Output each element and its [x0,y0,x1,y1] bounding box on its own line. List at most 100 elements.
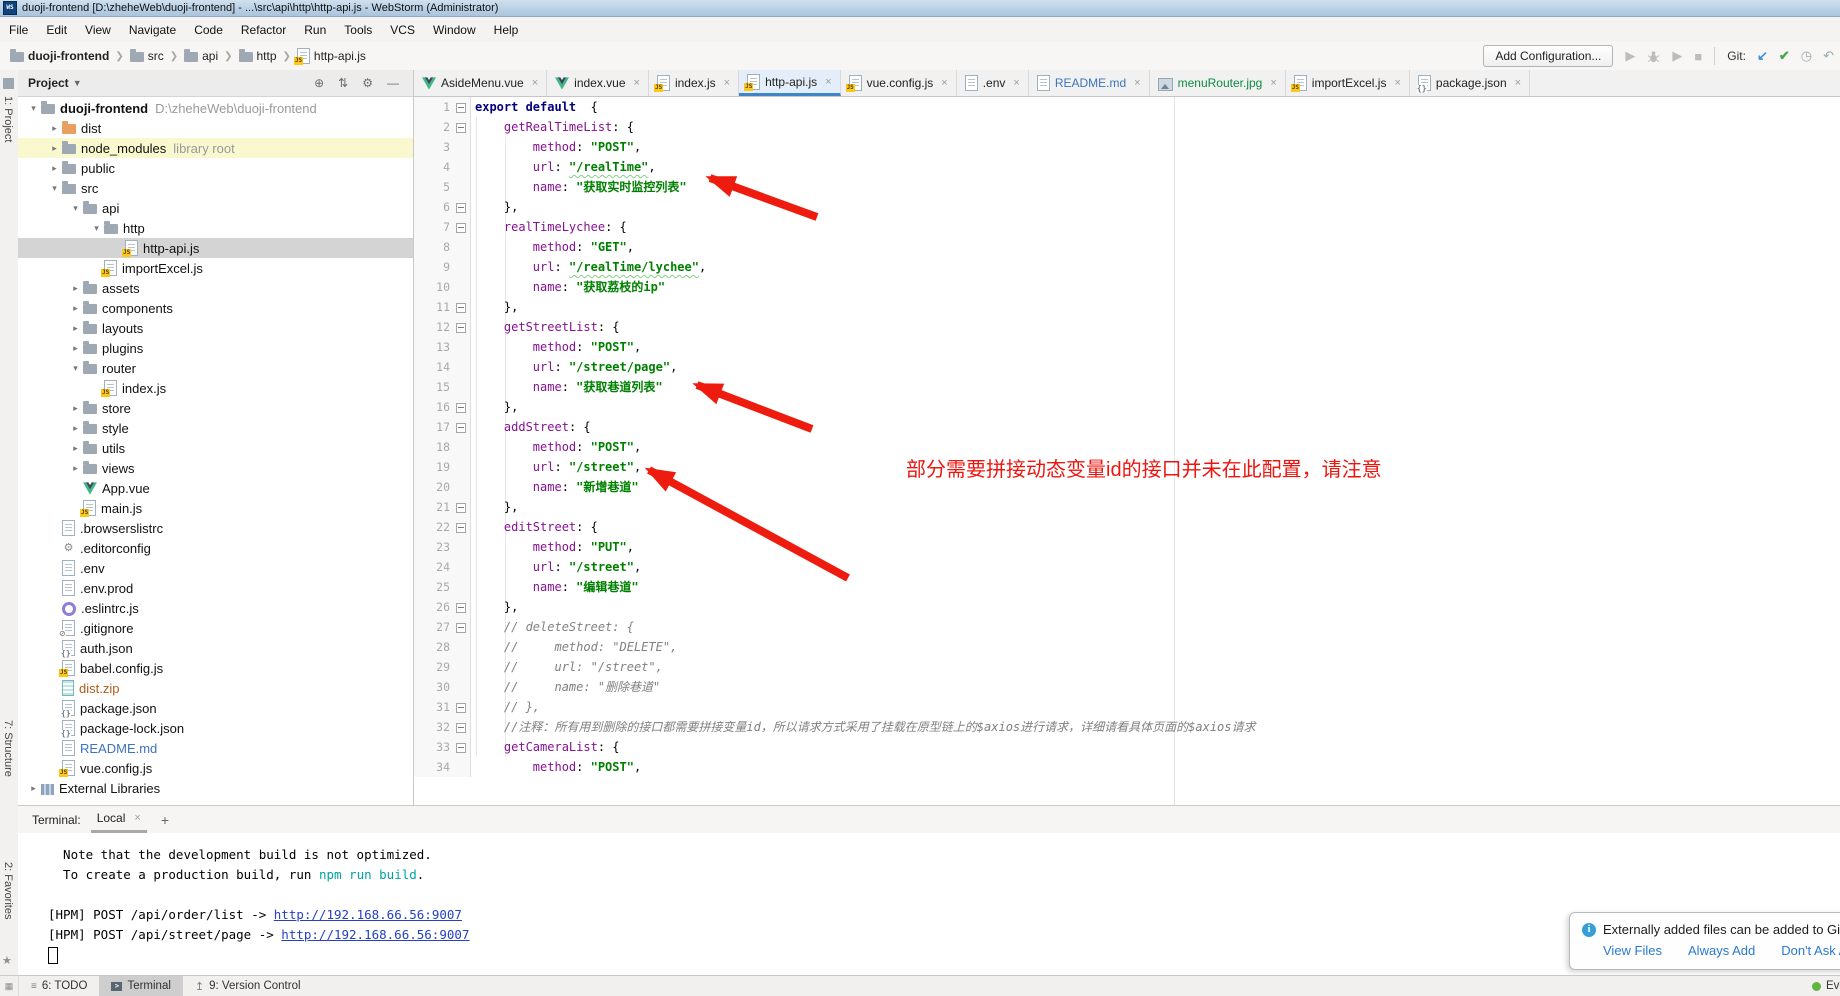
tree-item-dist.zip[interactable]: dist.zip [18,678,413,698]
terminal-cursor[interactable] [48,947,58,964]
close-icon[interactable]: × [1270,77,1276,89]
favorites-star-icon[interactable]: ★ [2,954,12,967]
tree-item-auth.json[interactable]: {}auth.json [18,638,413,658]
chevron-right-icon[interactable]: ▸ [47,123,62,134]
menu-item-vcs[interactable]: VCS [381,20,424,40]
menu-item-edit[interactable]: Edit [37,20,76,40]
editor-tab-vue.config.js[interactable]: JSvue.config.js× [841,70,957,96]
menu-item-navigate[interactable]: Navigate [120,20,185,40]
add-configuration-button[interactable]: Add Configuration... [1483,45,1613,67]
chevron-right-icon[interactable]: ▸ [68,443,83,454]
fold-marker-icon[interactable] [454,117,468,137]
rollback-icon[interactable]: ↶ [1823,48,1834,64]
fold-marker-icon[interactable] [454,297,468,317]
chevron-down-icon[interactable]: ▾ [68,203,83,214]
toolwindow-button-project[interactable]: 1: Project [2,96,14,142]
terminal-output[interactable]: Note that the development build is not o… [18,833,1840,965]
git-update-icon[interactable]: ↙ [1757,48,1768,64]
menu-item-view[interactable]: View [76,20,120,40]
run-icon[interactable]: ▶ [1625,48,1635,64]
chevron-right-icon[interactable]: ▸ [68,403,83,414]
fold-marker-icon[interactable] [454,197,468,217]
close-icon[interactable]: × [134,812,140,824]
chevron-right-icon[interactable]: ▸ [47,143,62,154]
tree-item-duoji-frontend[interactable]: ▾duoji-frontendD:\zheheWeb\duoji-fronten… [18,98,413,118]
editor-tab-http-api.js[interactable]: JShttp-api.js× [739,70,840,96]
editor-tab-.env[interactable]: .env× [957,70,1029,96]
chevron-down-icon[interactable]: ▾ [26,103,41,114]
menu-item-code[interactable]: Code [185,20,232,40]
tree-item-http-api.js[interactable]: JShttp-api.js [18,238,413,258]
tree-item-babel.config.js[interactable]: JSbabel.config.js [18,658,413,678]
fold-marker-icon[interactable] [454,717,468,737]
tree-item-main.js[interactable]: JSmain.js [18,498,413,518]
chevron-right-icon[interactable]: ▸ [68,283,83,294]
chevron-down-icon[interactable]: ▾ [68,363,83,374]
close-icon[interactable]: × [941,77,947,89]
chevron-right-icon[interactable]: ▸ [68,423,83,434]
toolwindow-button-favorites[interactable]: 2: Favorites [2,862,14,919]
fold-marker-icon[interactable] [454,397,468,417]
menu-item-run[interactable]: Run [295,20,335,40]
tree-item-.env.prod[interactable]: .env.prod [18,578,413,598]
stop-icon[interactable]: ■ [1694,49,1702,64]
tree-item-.editorconfig[interactable]: ⚙.editorconfig [18,538,413,558]
chevron-down-icon[interactable]: ▾ [89,223,104,234]
breadcrumb-item[interactable]: JShttp-api.js [295,48,368,64]
breadcrumb-item[interactable]: duoji-frontend [8,49,111,63]
chevron-right-icon[interactable]: ▸ [68,343,83,354]
tree-item-package.json[interactable]: {}package.json [18,698,413,718]
close-icon[interactable]: × [1134,77,1140,89]
chevron-down-icon[interactable]: ▾ [47,183,62,194]
menu-item-tools[interactable]: Tools [335,20,381,40]
statusbar-item-9-version-control[interactable]: ↥9: Version Control [183,976,313,996]
close-icon[interactable]: × [825,76,831,88]
statusbar-item-6-todo[interactable]: ≡6: TODO [19,976,99,996]
notification-action-don't-ask-again[interactable]: Don't Ask Again [1781,943,1840,958]
close-icon[interactable]: × [634,77,640,89]
tree-item-views[interactable]: ▸views [18,458,413,478]
fold-marker-icon[interactable] [454,497,468,517]
fold-marker-icon[interactable] [454,697,468,717]
tree-item-style[interactable]: ▸style [18,418,413,438]
toolwindow-button-structure[interactable]: 7: Structure [2,720,14,777]
tree-item-components[interactable]: ▸components [18,298,413,318]
git-commit-icon[interactable]: ✔ [1779,48,1790,64]
fold-marker-icon[interactable] [454,737,468,757]
tree-item-dist[interactable]: ▸dist [18,118,413,138]
chevron-right-icon[interactable]: ▸ [68,323,83,334]
chevron-down-icon[interactable]: ▼ [73,78,82,88]
tree-item-assets[interactable]: ▸assets [18,278,413,298]
fold-marker-icon[interactable] [454,317,468,337]
chevron-right-icon[interactable]: ▸ [47,163,62,174]
project-toolwindow-icon[interactable] [3,78,14,89]
menu-item-window[interactable]: Window [424,20,485,40]
terminal-link[interactable]: http://192.168.66.56:9007 [274,907,462,922]
tree-item-.eslintrc.js[interactable]: .eslintrc.js [18,598,413,618]
project-panel-title[interactable]: Project [18,76,69,90]
editor-tab-index.js[interactable]: JSindex.js× [649,70,739,96]
chevron-right-icon[interactable]: ▸ [68,463,83,474]
tree-item-public[interactable]: ▸public [18,158,413,178]
editor-tab-menuRouter.jpg[interactable]: menuRouter.jpg× [1150,70,1286,96]
tree-item-http[interactable]: ▾http [18,218,413,238]
close-icon[interactable]: × [1515,77,1521,89]
tree-item-README.md[interactable]: README.md [18,738,413,758]
chevron-right-icon[interactable]: ▸ [26,783,41,794]
event-log-button[interactable]: Event Log [1812,980,1840,992]
chevron-right-icon[interactable]: ▸ [68,303,83,314]
close-icon[interactable]: × [1394,77,1400,89]
tree-item-utils[interactable]: ▸utils [18,438,413,458]
tree-item-plugins[interactable]: ▸plugins [18,338,413,358]
tree-item-node_modules[interactable]: ▸node_moduleslibrary root [18,138,413,158]
close-icon[interactable]: × [724,77,730,89]
editor-tab-index.vue[interactable]: index.vue× [547,70,649,96]
tree-item-layouts[interactable]: ▸layouts [18,318,413,338]
code-editor[interactable]: 1export default {2 getRealTimeList: {3 m… [414,97,1840,805]
fold-marker-icon[interactable] [454,97,468,117]
tree-item-.browserslistrc[interactable]: .browserslistrc [18,518,413,538]
terminal-link[interactable]: http://192.168.66.56:9007 [281,927,469,942]
fold-marker-icon[interactable] [454,417,468,437]
fold-marker-icon[interactable] [454,597,468,617]
breadcrumb-item[interactable]: api [182,49,220,63]
